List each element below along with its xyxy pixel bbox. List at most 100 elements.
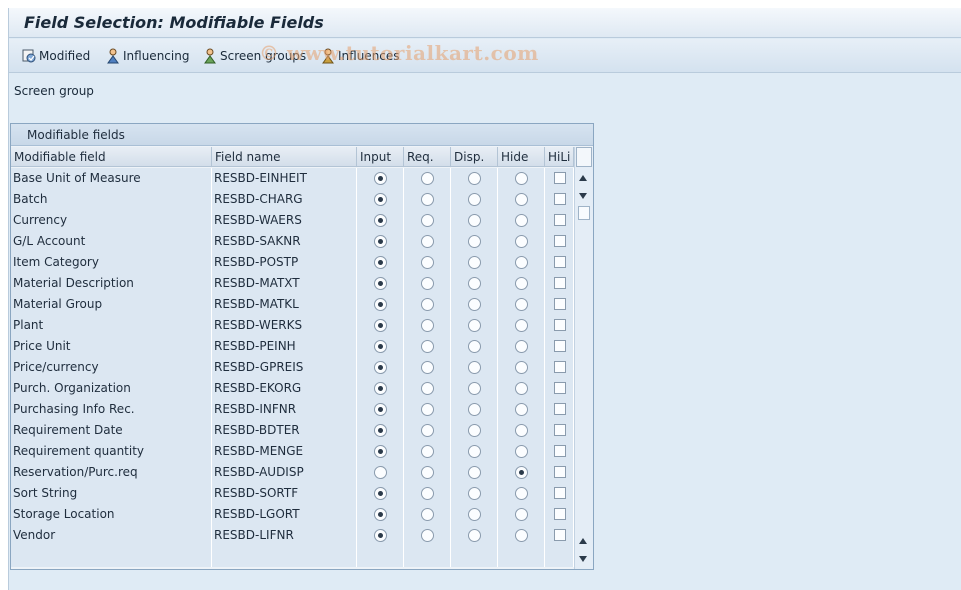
table-row[interactable]: Material Group RESBD-MATKL xyxy=(11,294,574,315)
input-radio[interactable] xyxy=(374,361,387,374)
hide-radio[interactable] xyxy=(515,172,528,185)
table-row[interactable]: G/L Account RESBD-SAKNR xyxy=(11,231,574,252)
disp-radio[interactable] xyxy=(468,466,481,479)
hide-radio[interactable] xyxy=(515,382,528,395)
input-radio[interactable] xyxy=(374,487,387,500)
hili-checkbox[interactable] xyxy=(554,508,566,520)
table-row[interactable]: Item Category RESBD-POSTP xyxy=(11,252,574,273)
hili-checkbox[interactable] xyxy=(554,403,566,415)
req-radio[interactable] xyxy=(421,214,434,227)
hide-radio[interactable] xyxy=(515,445,528,458)
hide-radio[interactable] xyxy=(515,340,528,353)
disp-radio[interactable] xyxy=(468,256,481,269)
disp-radio[interactable] xyxy=(468,403,481,416)
table-row[interactable]: Requirement Date RESBD-BDTER xyxy=(11,420,574,441)
column-header-field-name[interactable]: Field name xyxy=(212,147,357,167)
column-header-disp[interactable]: Disp. xyxy=(451,147,498,167)
input-radio[interactable] xyxy=(374,319,387,332)
req-radio[interactable] xyxy=(421,319,434,332)
hili-checkbox[interactable] xyxy=(554,319,566,331)
column-header-hili[interactable]: HiLi xyxy=(545,147,574,167)
input-radio[interactable] xyxy=(374,424,387,437)
input-radio[interactable] xyxy=(374,382,387,395)
req-radio[interactable] xyxy=(421,298,434,311)
disp-radio[interactable] xyxy=(468,361,481,374)
disp-radio[interactable] xyxy=(468,235,481,248)
influencing-button[interactable]: Influencing xyxy=(105,47,189,65)
req-radio[interactable] xyxy=(421,277,434,290)
req-radio[interactable] xyxy=(421,529,434,542)
req-radio[interactable] xyxy=(421,235,434,248)
input-radio[interactable] xyxy=(374,403,387,416)
req-radio[interactable] xyxy=(421,361,434,374)
hili-checkbox[interactable] xyxy=(554,256,566,268)
req-radio[interactable] xyxy=(421,508,434,521)
hide-radio[interactable] xyxy=(515,403,528,416)
req-radio[interactable] xyxy=(421,445,434,458)
input-radio[interactable] xyxy=(374,172,387,185)
disp-radio[interactable] xyxy=(468,298,481,311)
table-row[interactable]: Storage Location RESBD-LGORT xyxy=(11,504,574,525)
hili-checkbox[interactable] xyxy=(554,214,566,226)
table-row[interactable]: Currency RESBD-WAERS xyxy=(11,210,574,231)
scroll-thumb[interactable] xyxy=(578,206,590,220)
input-radio[interactable] xyxy=(374,466,387,479)
scroll-down-icon[interactable] xyxy=(579,193,587,199)
hide-radio[interactable] xyxy=(515,529,528,542)
table-row[interactable]: Requirement quantity RESBD-MENGE xyxy=(11,441,574,462)
column-header-input[interactable]: Input xyxy=(357,147,404,167)
hili-checkbox[interactable] xyxy=(554,466,566,478)
input-radio[interactable] xyxy=(374,529,387,542)
disp-radio[interactable] xyxy=(468,382,481,395)
table-row[interactable]: Reservation/Purc.req RESBD-AUDISP xyxy=(11,462,574,483)
table-row[interactable]: Base Unit of Measure RESBD-EINHEIT xyxy=(11,168,574,189)
table-row[interactable]: Plant RESBD-WERKS xyxy=(11,315,574,336)
table-row[interactable]: Material Description RESBD-MATXT xyxy=(11,273,574,294)
table-row[interactable]: Purchasing Info Rec. RESBD-INFNR xyxy=(11,399,574,420)
disp-radio[interactable] xyxy=(468,172,481,185)
hili-checkbox[interactable] xyxy=(554,277,566,289)
hide-radio[interactable] xyxy=(515,487,528,500)
disp-radio[interactable] xyxy=(468,508,481,521)
disp-radio[interactable] xyxy=(468,424,481,437)
hide-radio[interactable] xyxy=(515,466,528,479)
hili-checkbox[interactable] xyxy=(554,529,566,541)
hide-radio[interactable] xyxy=(515,214,528,227)
disp-radio[interactable] xyxy=(468,529,481,542)
hide-radio[interactable] xyxy=(515,319,528,332)
input-radio[interactable] xyxy=(374,298,387,311)
req-radio[interactable] xyxy=(421,487,434,500)
hide-radio[interactable] xyxy=(515,235,528,248)
table-row[interactable]: Sort String RESBD-SORTF xyxy=(11,483,574,504)
hide-radio[interactable] xyxy=(515,508,528,521)
hili-checkbox[interactable] xyxy=(554,487,566,499)
hili-checkbox[interactable] xyxy=(554,235,566,247)
hili-checkbox[interactable] xyxy=(554,361,566,373)
hili-checkbox[interactable] xyxy=(554,298,566,310)
req-radio[interactable] xyxy=(421,382,434,395)
req-radio[interactable] xyxy=(421,193,434,206)
hili-checkbox[interactable] xyxy=(554,340,566,352)
disp-radio[interactable] xyxy=(468,277,481,290)
table-row[interactable] xyxy=(11,546,574,567)
input-radio[interactable] xyxy=(374,445,387,458)
hili-checkbox[interactable] xyxy=(554,424,566,436)
disp-radio[interactable] xyxy=(468,445,481,458)
disp-radio[interactable] xyxy=(468,319,481,332)
req-radio[interactable] xyxy=(421,466,434,479)
hide-radio[interactable] xyxy=(515,424,528,437)
input-radio[interactable] xyxy=(374,193,387,206)
hili-checkbox[interactable] xyxy=(554,382,566,394)
vertical-scrollbar[interactable] xyxy=(574,147,593,569)
req-radio[interactable] xyxy=(421,403,434,416)
table-row[interactable]: Price Unit RESBD-PEINH xyxy=(11,336,574,357)
disp-radio[interactable] xyxy=(468,193,481,206)
hide-radio[interactable] xyxy=(515,361,528,374)
column-header-hide[interactable]: Hide xyxy=(498,147,545,167)
input-radio[interactable] xyxy=(374,277,387,290)
hili-checkbox[interactable] xyxy=(554,193,566,205)
hide-radio[interactable] xyxy=(515,277,528,290)
scroll-page-down-icon[interactable] xyxy=(579,556,587,562)
input-radio[interactable] xyxy=(374,340,387,353)
req-radio[interactable] xyxy=(421,172,434,185)
